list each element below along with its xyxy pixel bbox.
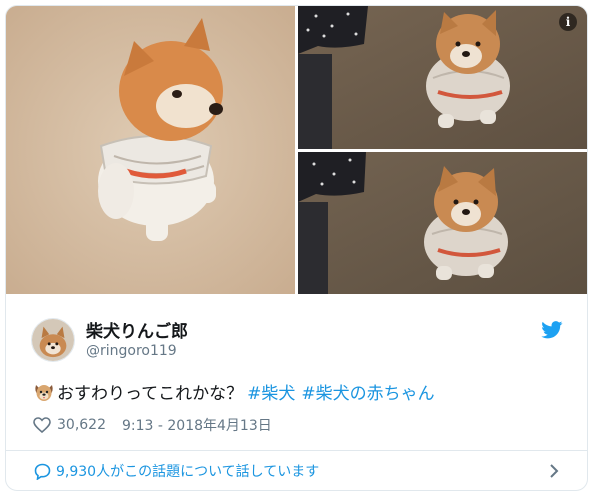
tweet-photo-main[interactable] [6, 6, 295, 294]
author-name[interactable]: 柴犬りんご郎 [86, 317, 188, 342]
tweet-body-text: おすわりってこれかな？ [57, 384, 244, 404]
twitter-bird-icon[interactable] [541, 321, 563, 339]
chevron-right-icon[interactable] [549, 463, 559, 479]
hashtag-link[interactable]: #柴犬の赤ちゃん [301, 379, 434, 404]
tweet-meta: 30,622 9:13 - 2018年4月13日 [33, 415, 272, 435]
like-count[interactable]: 30,622 [57, 417, 106, 433]
tweet-photo-top-right[interactable] [298, 6, 587, 149]
dog-face-icon [35, 384, 53, 401]
author-handle[interactable]: @ringoro119 [86, 343, 177, 359]
timestamp[interactable]: 9:13 - 2018年4月13日 [122, 415, 272, 435]
tweet-text: おすわりってこれかな？ #柴犬 #柴犬の赤ちゃん [33, 379, 441, 404]
tweet-photo-bottom-right[interactable] [298, 152, 587, 294]
hashtag-link[interactable]: #柴犬 [247, 379, 295, 404]
avatar[interactable] [31, 318, 75, 362]
info-icon[interactable]: i [559, 13, 577, 31]
conversation-label[interactable]: 9,930人がこの話題について話しています [56, 461, 319, 481]
tweet-card[interactable]: i 柴犬りんご郎 @ringoro119 おすわりってこれかな？ #柴犬 #柴犬… [5, 5, 588, 491]
conversation-link[interactable]: 9,930人がこの話題について話しています [6, 451, 587, 490]
heart-icon[interactable] [33, 417, 51, 433]
speech-bubble-icon [34, 463, 51, 480]
media-grid: i [6, 6, 587, 294]
